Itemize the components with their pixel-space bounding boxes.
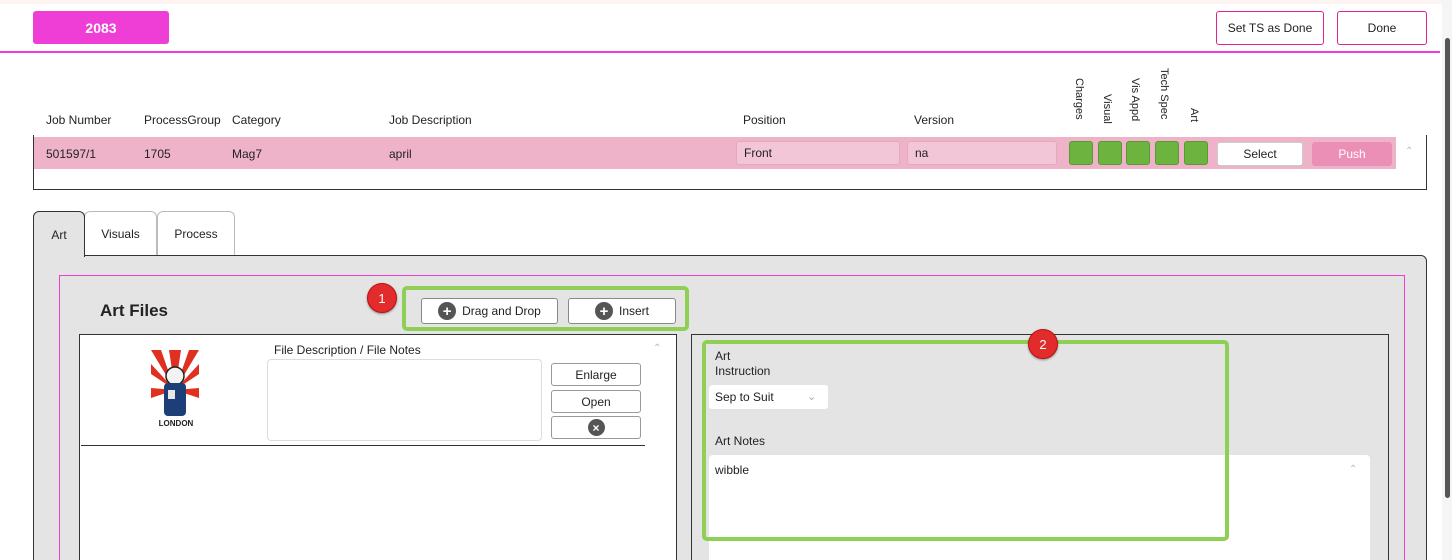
row-job-description: april <box>389 147 412 161</box>
position-field[interactable]: Front <box>736 141 900 165</box>
chevron-up-icon[interactable]: ⌃ <box>1349 464 1357 475</box>
file-desc-label: File Description / File Notes <box>274 343 421 357</box>
col-vis-appd: Vis Appd <box>1129 78 1141 122</box>
plus-circle-icon: + <box>438 302 457 320</box>
col-visual: Visual <box>1101 94 1113 124</box>
delete-button[interactable]: × <box>551 416 641 439</box>
col-job-number: Job Number <box>46 113 112 127</box>
done-button[interactable]: Done <box>1337 11 1427 45</box>
close-circle-icon: × <box>587 419 605 436</box>
thumbnail-caption: LONDON <box>158 419 194 428</box>
enlarge-button[interactable]: Enlarge <box>551 363 641 386</box>
scrollbar-thumb[interactable] <box>1445 38 1450 498</box>
col-process-group: ProcessGroup <box>144 113 221 127</box>
col-position: Position <box>743 113 786 127</box>
insert-label: Insert <box>618 304 649 318</box>
tab-art[interactable]: Art <box>33 211 85 257</box>
visual-status[interactable] <box>1098 141 1122 165</box>
tab-visuals[interactable]: Visuals <box>84 211 157 255</box>
col-art: Art <box>1188 108 1200 123</box>
header-divider <box>0 51 1440 53</box>
drag-and-drop-label: Drag and Drop <box>462 304 541 318</box>
callout-badge-1: 1 <box>367 283 397 313</box>
select-button[interactable]: Select <box>1217 142 1303 166</box>
tech-spec-status[interactable] <box>1155 141 1179 165</box>
insert-button[interactable]: + Insert <box>568 298 676 324</box>
col-tech-spec: Tech Spec <box>1158 68 1170 120</box>
chevron-up-icon[interactable]: ⌃ <box>653 343 661 354</box>
row-category: Mag7 <box>232 147 263 161</box>
art-status[interactable] <box>1184 141 1208 165</box>
set-ts-done-button[interactable]: Set TS as Done <box>1216 11 1324 45</box>
col-job-description: Job Description <box>389 113 472 127</box>
art-files-title: Art Files <box>100 301 169 320</box>
file-row-divider <box>81 445 645 446</box>
drag-and-drop-button[interactable]: + Drag and Drop <box>421 298 558 324</box>
file-thumbnail[interactable] <box>151 350 199 430</box>
plus-circle-icon: + <box>594 302 613 320</box>
tab-process[interactable]: Process <box>157 211 235 255</box>
top-strip <box>0 0 1452 4</box>
charges-status[interactable] <box>1069 141 1093 165</box>
job-number-badge: 2083 <box>33 11 169 44</box>
row-process-group: 1705 <box>144 147 171 161</box>
open-button[interactable]: Open <box>551 390 641 413</box>
push-button[interactable]: Push <box>1312 142 1392 166</box>
callout-badge-2: 2 <box>1028 329 1058 359</box>
col-version: Version <box>914 113 955 127</box>
col-category: Category <box>232 113 281 127</box>
highlight-box-2 <box>702 340 1229 541</box>
version-field[interactable]: na <box>907 141 1057 165</box>
file-desc-input[interactable] <box>267 359 542 441</box>
chevron-up-icon[interactable]: ⌃ <box>1405 146 1413 157</box>
vis-appd-status[interactable] <box>1126 141 1150 165</box>
row-job-number: 501597/1 <box>46 147 97 161</box>
col-charges: Charges <box>1073 78 1085 120</box>
